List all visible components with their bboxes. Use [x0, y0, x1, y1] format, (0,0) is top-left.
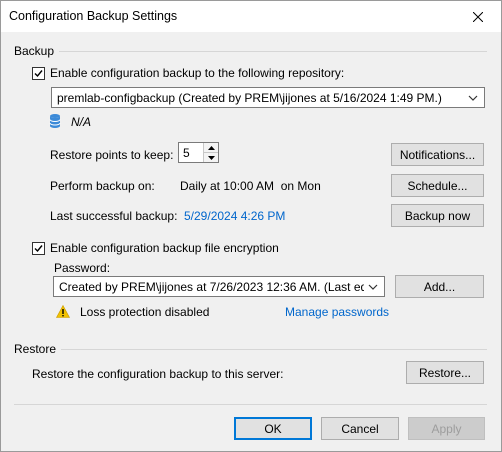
restore-button[interactable]: Restore...	[406, 361, 484, 384]
window-title: Configuration Backup Settings	[9, 9, 178, 23]
enable-backup-label: Enable configuration backup to the follo…	[50, 66, 345, 80]
encryption-checkbox[interactable]	[32, 242, 45, 255]
warning-icon	[55, 304, 71, 321]
password-label: Password:	[54, 261, 111, 275]
last-backup-value: 5/29/2024 4:26 PM	[184, 209, 286, 223]
restore-text: Restore the configuration backup to this…	[32, 367, 284, 381]
perform-backup-value: Daily at 10:00 AM on Mon	[180, 179, 321, 193]
apply-button[interactable]: Apply	[408, 417, 485, 440]
cancel-button[interactable]: Cancel	[321, 417, 399, 440]
checkmark-icon	[34, 70, 43, 78]
dialog-window: Configuration Backup Settings Backup Ena…	[0, 0, 502, 452]
chevron-down-icon	[465, 90, 481, 105]
title-bar: Configuration Backup Settings	[1, 1, 501, 32]
repository-status: N/A	[71, 115, 92, 129]
backup-section-label: Backup	[14, 44, 55, 58]
footer-divider	[14, 404, 487, 405]
notifications-button[interactable]: Notifications...	[391, 143, 484, 166]
add-password-button[interactable]: Add...	[395, 275, 484, 298]
chevron-up-icon	[207, 145, 215, 150]
backup-now-button[interactable]: Backup now	[391, 204, 484, 227]
last-backup-label: Last successful backup:	[50, 209, 178, 223]
enable-backup-checkbox[interactable]	[32, 67, 45, 80]
loss-protection-text: Loss protection disabled	[80, 305, 210, 319]
ok-button[interactable]: OK	[234, 417, 312, 440]
restore-section-divider	[61, 349, 487, 350]
close-button[interactable]	[455, 1, 501, 32]
encryption-label: Enable configuration backup file encrypt…	[50, 241, 279, 255]
repository-selected-value: premlab-configbackup (Created by PREM\ji…	[57, 91, 442, 105]
restore-points-label: Restore points to keep:	[50, 148, 174, 162]
password-dropdown[interactable]: Created by PREM\jijones at 7/26/2023 12:…	[53, 276, 385, 297]
manage-passwords-link[interactable]: Manage passwords	[285, 305, 389, 319]
schedule-button[interactable]: Schedule...	[391, 174, 484, 197]
database-icon	[49, 113, 61, 132]
chevron-down-icon	[365, 279, 381, 294]
restore-points-stepper[interactable]: 5	[178, 142, 219, 163]
stepper-up-button[interactable]	[204, 143, 218, 153]
stepper-arrows	[203, 143, 218, 162]
perform-backup-label: Perform backup on:	[50, 179, 155, 193]
repository-dropdown[interactable]: premlab-configbackup (Created by PREM\ji…	[51, 87, 485, 108]
password-selected-value: Created by PREM\jijones at 7/26/2023 12:…	[59, 280, 364, 294]
stepper-down-button[interactable]	[204, 153, 218, 162]
restore-section-label: Restore	[14, 342, 57, 356]
backup-section-divider	[59, 51, 487, 52]
close-icon	[473, 11, 483, 22]
checkmark-icon	[34, 245, 43, 253]
restore-points-value: 5	[183, 146, 190, 160]
chevron-down-icon	[207, 155, 215, 160]
